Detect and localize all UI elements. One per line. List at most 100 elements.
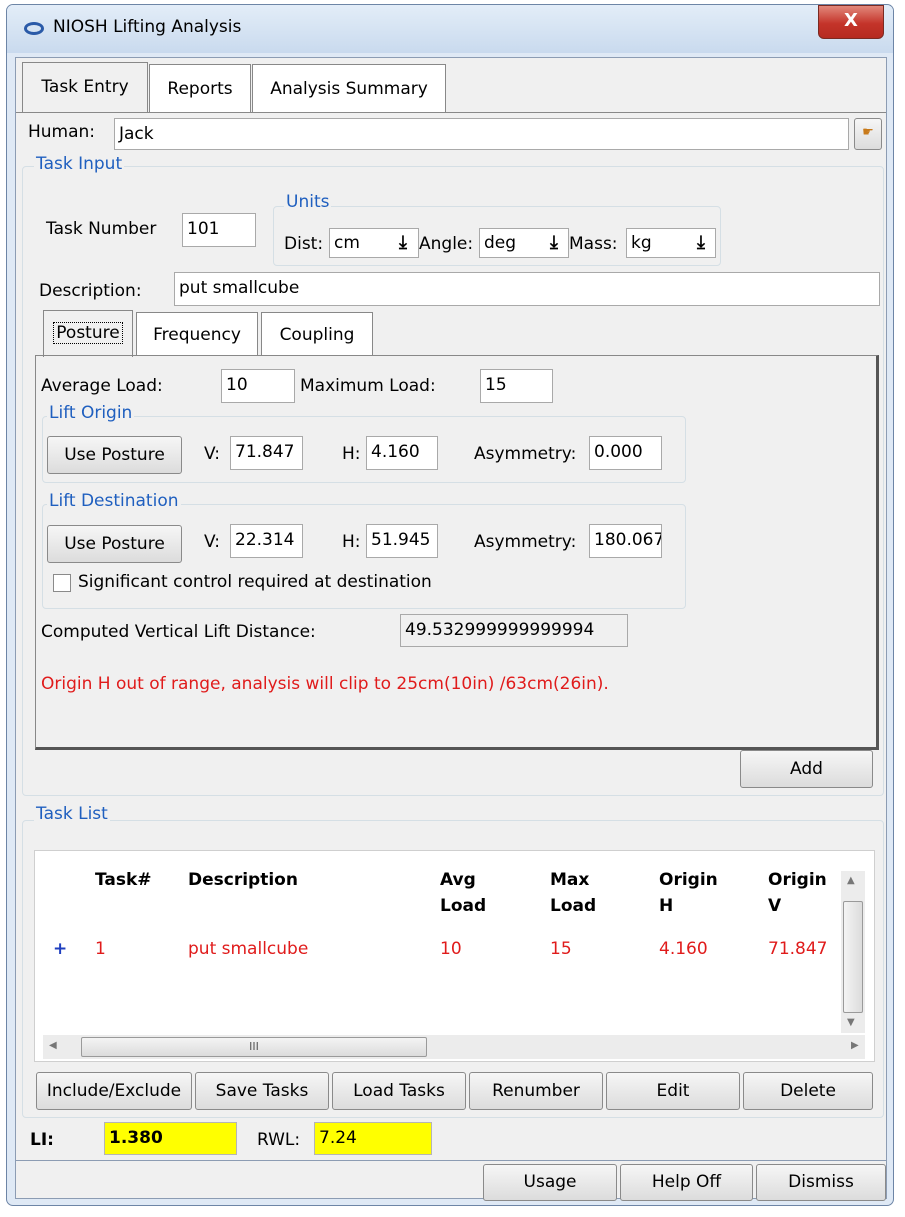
help-off-button[interactable]: Help Off: [620, 1164, 753, 1201]
subtab-label: Coupling: [279, 325, 355, 345]
dismiss-button[interactable]: Dismiss: [756, 1164, 886, 1201]
close-button[interactable]: X: [818, 5, 884, 39]
rwl-value: 7.24: [314, 1122, 432, 1155]
window-title: NIOSH Lifting Analysis: [53, 17, 242, 37]
app-icon: [24, 22, 44, 35]
horizontal-scrollbar[interactable]: ◀ III ▶: [43, 1035, 865, 1059]
vertical-scrollbar[interactable]: ▲ ▼: [841, 871, 865, 1033]
cell-max-load: 15: [550, 939, 572, 959]
tab-label: Reports: [167, 79, 233, 99]
header-line: Origin: [768, 870, 827, 890]
subtab-coupling[interactable]: Coupling: [261, 312, 373, 356]
header-line: Max: [550, 870, 590, 890]
origin-asym-label: Asymmetry:: [474, 444, 577, 464]
header-line: Avg: [440, 870, 476, 890]
lift-origin-label: Lift Origin: [47, 403, 135, 423]
add-button[interactable]: Add: [740, 750, 873, 788]
column-header-task[interactable]: Task#: [95, 867, 152, 893]
expand-row-icon[interactable]: +: [53, 939, 67, 959]
dist-label: Dist:: [284, 234, 324, 254]
origin-use-posture-button[interactable]: Use Posture: [47, 436, 182, 474]
column-header-origin-v[interactable]: Origin V: [768, 867, 827, 919]
rwl-label: RWL:: [257, 1130, 301, 1150]
scroll-up-icon[interactable]: ▲: [847, 875, 855, 886]
computed-distance-value: 49.532999999999994: [400, 614, 628, 647]
mass-dropdown-icon[interactable]: ⤓: [690, 230, 712, 256]
mass-label: Mass:: [569, 234, 618, 254]
dist-dropdown-icon[interactable]: ⤓: [392, 230, 414, 256]
tab-reports[interactable]: Reports: [149, 64, 251, 112]
pointer-hand-icon: ☛: [862, 125, 874, 140]
header-line: Origin: [659, 870, 718, 890]
load-tasks-button[interactable]: Load Tasks: [332, 1072, 466, 1110]
tab-task-entry[interactable]: Task Entry: [22, 62, 148, 112]
header-line: H: [659, 896, 674, 916]
cell-description: put smallcube: [188, 939, 309, 959]
save-tasks-button[interactable]: Save Tasks: [195, 1072, 329, 1110]
scroll-right-icon[interactable]: ▶: [851, 1040, 859, 1051]
angle-label: Angle:: [419, 234, 474, 254]
column-header-description[interactable]: Description: [188, 867, 298, 893]
destination-v-input[interactable]: 22.314: [230, 524, 303, 558]
cell-task: 1: [95, 939, 106, 959]
computed-distance-label: Computed Vertical Lift Distance:: [41, 622, 316, 642]
subtab-frequency[interactable]: Frequency: [136, 312, 258, 356]
renumber-button[interactable]: Renumber: [469, 1072, 603, 1110]
include-exclude-button[interactable]: Include/Exclude: [36, 1072, 192, 1110]
origin-asym-input[interactable]: 0.000: [589, 436, 662, 470]
description-input[interactable]: put smallcube: [174, 272, 880, 306]
cell-origin-h: 4.160: [659, 939, 708, 959]
destination-asym-input[interactable]: 180.067: [589, 524, 662, 558]
scroll-left-icon[interactable]: ◀: [49, 1040, 57, 1051]
angle-value: deg: [484, 233, 517, 253]
human-input[interactable]: Jack: [114, 118, 849, 150]
subtab-label: Frequency: [153, 325, 241, 345]
header-line: Load: [440, 896, 487, 916]
human-picker-button[interactable]: ☛: [854, 118, 882, 150]
average-load-input[interactable]: 10: [221, 369, 295, 403]
header-line: Description: [188, 870, 298, 890]
client-area: Task Entry Reports Analysis Summary Huma…: [15, 57, 887, 1201]
column-header-avg-load[interactable]: Avg Load: [440, 867, 486, 919]
table-row[interactable]: + 1 put smallcube 10 15 4.160 71.847: [35, 939, 835, 969]
column-header-origin-h[interactable]: Origin H: [659, 867, 718, 919]
usage-button[interactable]: Usage: [483, 1164, 617, 1201]
subtab-label: Posture: [53, 322, 123, 344]
scroll-down-icon[interactable]: ▼: [847, 1017, 855, 1028]
column-header-max-load[interactable]: Max Load: [550, 867, 596, 919]
horizontal-scroll-thumb[interactable]: III: [81, 1037, 427, 1057]
significant-control-label: Significant control required at destinat…: [78, 572, 432, 592]
vertical-scroll-thumb[interactable]: [843, 901, 863, 1013]
header-line: Task#: [95, 870, 152, 890]
origin-h-input[interactable]: 4.160: [366, 436, 438, 470]
tab-label: Analysis Summary: [270, 79, 428, 99]
delete-button[interactable]: Delete: [743, 1072, 873, 1110]
edit-button[interactable]: Edit: [606, 1072, 740, 1110]
destination-v-label: V:: [204, 532, 220, 552]
origin-v-label: V:: [204, 444, 220, 464]
subtab-posture[interactable]: Posture: [43, 310, 133, 357]
destination-use-posture-button[interactable]: Use Posture: [47, 525, 182, 563]
angle-dropdown-icon[interactable]: ⤓: [543, 230, 565, 256]
cell-origin-v: 71.847: [768, 939, 828, 959]
header-line: Load: [550, 896, 597, 916]
header-line: V: [768, 896, 782, 916]
origin-h-label: H:: [342, 444, 361, 464]
human-label: Human:: [28, 122, 96, 142]
tab-analysis-summary[interactable]: Analysis Summary: [252, 64, 446, 112]
origin-v-input[interactable]: 71.847: [230, 436, 303, 470]
task-number-label: Task Number: [46, 219, 157, 239]
li-label: LI:: [30, 1130, 54, 1150]
mass-value: kg: [631, 233, 652, 253]
average-load-label: Average Load:: [41, 376, 163, 396]
task-input-label: Task Input: [34, 154, 125, 174]
task-number-input[interactable]: 101: [182, 213, 256, 247]
destination-h-input[interactable]: 51.945: [366, 524, 438, 558]
significant-control-checkbox[interactable]: [53, 574, 71, 592]
scroll-grip-icon: III: [249, 1040, 259, 1053]
tab-label: Task Entry: [41, 77, 129, 97]
dist-value: cm: [334, 233, 360, 253]
description-label: Description:: [39, 281, 142, 301]
maximum-load-input[interactable]: 15: [480, 369, 553, 403]
footer-divider: [16, 1160, 886, 1161]
